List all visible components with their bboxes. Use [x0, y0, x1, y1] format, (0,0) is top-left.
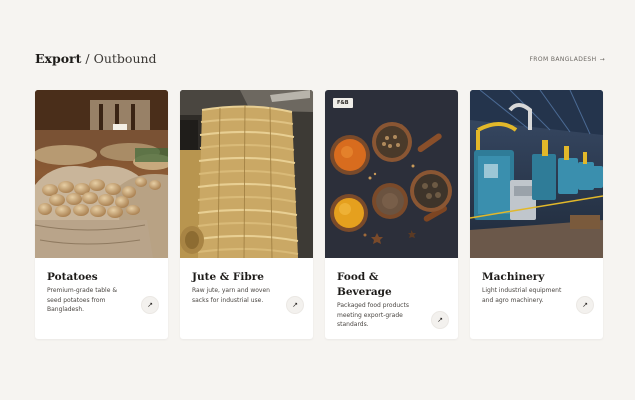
jute-bundles-image	[180, 90, 313, 258]
from-bangladesh-link[interactable]: FROM BANGLADESH →	[529, 56, 605, 63]
title-light: Outbound	[93, 51, 157, 66]
card-title-line1: Food &	[337, 271, 379, 283]
card-description: Premium-grade table & seed potatoes from…	[47, 287, 118, 313]
title-separator: /	[81, 51, 94, 66]
card-title: Potatoes	[47, 271, 98, 283]
card-description: Packaged food products meeting export-gr…	[337, 302, 409, 328]
arrow-right-icon: →	[599, 56, 605, 63]
potato-sacks-image	[35, 90, 168, 258]
title-strong: Export	[35, 51, 82, 66]
card-title: Jute & Fibre	[192, 271, 264, 283]
card-food-beverage[interactable]: F&B Food & Beverage Packaged food produc…	[325, 90, 458, 339]
card-title: Food & Beverage	[337, 270, 437, 300]
section-header: Export / Outbound FROM BANGLADESH →	[35, 51, 605, 69]
category-badge: F&B	[333, 98, 353, 108]
spice-bowls-image: F&B	[325, 90, 458, 258]
card-description: Light industrial equipment and agro mach…	[482, 287, 562, 304]
card-title-line2: Beverage	[337, 286, 392, 298]
arrow-up-right-icon[interactable]: ↗	[286, 296, 304, 314]
arrow-up-right-icon[interactable]: ↗	[576, 296, 594, 314]
from-link-label: FROM BANGLADESH	[529, 56, 597, 63]
card-jute-fibre[interactable]: Jute & Fibre Raw jute, yarn and woven sa…	[180, 90, 313, 339]
card-description: Raw jute, yarn and woven sacks for indus…	[192, 287, 270, 304]
card-potatoes[interactable]: Potatoes Premium-grade table & seed pota…	[35, 90, 168, 339]
section-title: Export / Outbound	[35, 51, 157, 66]
arrow-up-right-icon[interactable]: ↗	[141, 296, 159, 314]
card-title: Machinery	[482, 271, 545, 283]
arrow-up-right-icon[interactable]: ↗	[431, 311, 449, 329]
card-machinery[interactable]: Machinery Light industrial equipment and…	[470, 90, 603, 339]
factory-machines-image	[470, 90, 603, 258]
